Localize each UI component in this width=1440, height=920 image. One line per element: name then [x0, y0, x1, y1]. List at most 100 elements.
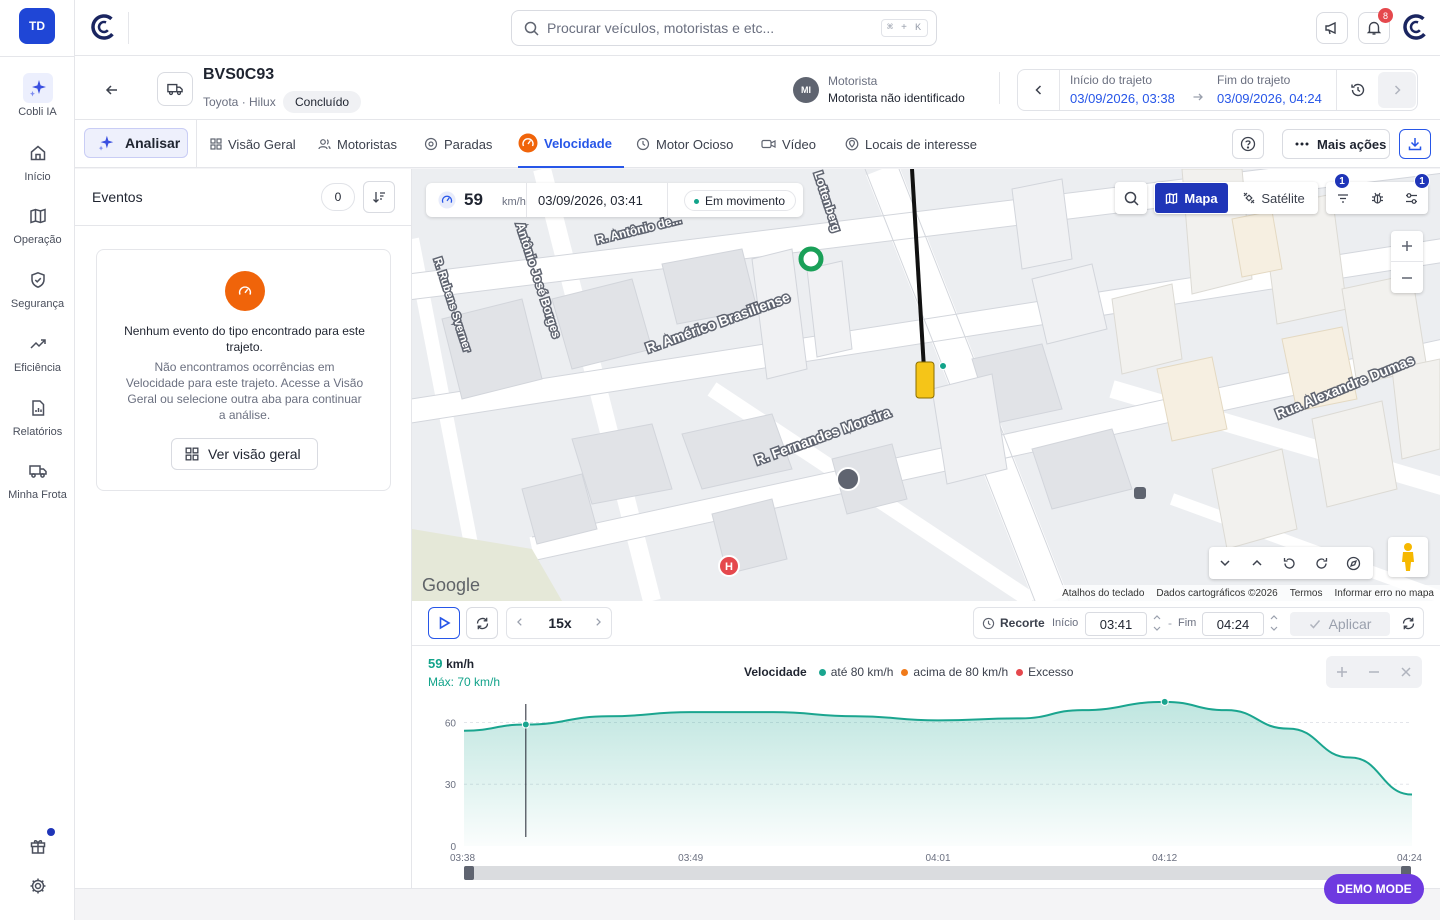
chevron-up-icon — [1251, 557, 1263, 569]
position-speed: 59 — [464, 190, 483, 209]
refresh-icon — [1401, 616, 1416, 631]
cut-end-input[interactable] — [1202, 612, 1264, 636]
company-logo[interactable] — [1403, 14, 1429, 40]
satellite-icon — [1243, 192, 1255, 204]
chart-zoom-out-button[interactable] — [1358, 656, 1390, 688]
speed-chart[interactable]: 0 30 60 03:38 03:49 04:01 04:12 04:24 — [412, 646, 1440, 888]
tab-visao-geral[interactable]: Visão Geral — [210, 120, 296, 168]
home-icon — [23, 138, 53, 168]
trip-start-value[interactable]: 03/09/2026, 03:38 — [1070, 91, 1175, 106]
speed-chart-panel: 0 30 60 03:38 03:49 04:01 04:12 04:24 59 km/h … — [412, 646, 1440, 888]
announcements-button[interactable] — [1316, 12, 1348, 44]
trip-header: BVS0C93 Toyota · Hilux Concluído MI Moto… — [75, 56, 1440, 120]
rotate-right-icon — [1314, 556, 1329, 571]
map-icon — [1165, 192, 1178, 205]
report-error-link[interactable]: Informar erro no mapa — [1335, 588, 1435, 599]
tab-motor-ocioso[interactable]: Motor Ocioso — [636, 120, 733, 168]
range-slider-track[interactable] — [464, 866, 1410, 880]
rotate-left-button[interactable] — [1273, 547, 1305, 579]
vehicle-plate: BVS0C93 — [203, 66, 275, 83]
sort-icon — [372, 190, 386, 204]
map-canvas[interactable]: H R. Antônio de... Antônio José Borges R… — [412, 169, 1440, 601]
range-slider-start-handle[interactable] — [464, 866, 474, 880]
footer — [75, 888, 1440, 920]
tab-velocidade[interactable]: Velocidade — [518, 120, 624, 168]
map-settings-button[interactable]: 1 — [1394, 173, 1430, 214]
chart-zoom-reset-button[interactable] — [1390, 656, 1422, 688]
map-traffic-button[interactable] — [1360, 182, 1394, 214]
map-view[interactable]: H R. Antônio de... Antônio José Borges R… — [412, 169, 1440, 601]
nav-item-relatorios[interactable]: Relatórios — [0, 393, 75, 449]
tilt-down-button[interactable] — [1209, 547, 1241, 579]
nav-item-eficiencia[interactable]: Eficiência — [0, 329, 75, 385]
play-button[interactable] — [428, 607, 460, 639]
gear-icon[interactable] — [26, 874, 50, 898]
map-type-satellite[interactable]: Satélite — [1232, 183, 1316, 213]
x-tick-label: 04:24 — [1397, 853, 1422, 864]
loop-button[interactable] — [466, 607, 498, 639]
cut-start-input[interactable] — [1085, 612, 1147, 636]
tab-motoristas[interactable]: Motoristas — [318, 120, 397, 168]
nav-label: Cobli IA — [18, 106, 57, 118]
compass-icon — [1346, 556, 1361, 571]
download-button[interactable] — [1399, 129, 1431, 159]
pegman-icon — [1399, 542, 1417, 572]
back-button[interactable] — [100, 78, 124, 102]
chart-zoom-in-button[interactable] — [1326, 656, 1358, 688]
more-actions-button[interactable]: Mais ações — [1282, 129, 1390, 159]
nav-item-minha-frota[interactable]: Minha Frota — [0, 456, 75, 512]
tab-video[interactable]: Vídeo — [761, 120, 816, 168]
nav-item-operacao[interactable]: Operação — [0, 201, 75, 257]
keyboard-shortcuts-link[interactable]: Atalhos do teclado — [1062, 588, 1144, 599]
help-button[interactable] — [1232, 129, 1264, 159]
sparkle-icon — [22, 73, 53, 103]
terms-link[interactable]: Termos — [1290, 588, 1323, 599]
chevron-right-icon — [1391, 84, 1403, 96]
trip-history-button[interactable] — [1336, 70, 1378, 110]
legend-item[interactable]: até 80 km/h — [818, 665, 893, 679]
nav-item-cobli-ia[interactable]: Cobli IA — [0, 73, 75, 129]
time-cut: Recorte Início - Fim Aplicar — [973, 607, 1424, 639]
map-filter-button[interactable]: 1 — [1326, 173, 1360, 214]
zoom-in-button[interactable] — [1391, 231, 1423, 262]
nav-item-seguranca[interactable]: Segurança — [0, 265, 75, 321]
notifications-button[interactable]: 8 — [1358, 8, 1393, 44]
stepper-icon[interactable] — [1153, 612, 1161, 634]
next-trip-button[interactable] — [1378, 72, 1416, 108]
tab-locais-de-interesse[interactable]: Locais de interesse — [845, 120, 977, 168]
cobli-logo[interactable] — [91, 14, 117, 40]
previous-trip-button[interactable] — [1018, 70, 1060, 110]
sliders-icon — [1404, 191, 1419, 206]
zoom-out-button[interactable] — [1391, 262, 1423, 293]
map-type-map[interactable]: Mapa — [1155, 183, 1228, 213]
driver-name[interactable]: Motorista não identificado — [828, 91, 965, 105]
analyze-button[interactable]: Analisar — [84, 128, 188, 158]
sort-button[interactable] — [363, 181, 395, 213]
legend-item[interactable]: acima de 80 km/h — [901, 665, 1008, 679]
map-search-button[interactable] — [1115, 182, 1147, 214]
y-tick-label: 30 — [445, 780, 457, 791]
search-input[interactable] — [547, 20, 867, 36]
legend-item[interactable]: Excesso — [1016, 665, 1073, 679]
truck-icon — [23, 456, 53, 486]
rotate-right-button[interactable] — [1305, 547, 1337, 579]
view-overview-button[interactable]: Ver visão geral — [171, 438, 318, 470]
street-view-pegman[interactable] — [1388, 537, 1428, 577]
nav-item-inicio[interactable]: Início — [0, 138, 75, 194]
clock-icon — [982, 617, 995, 630]
camera-controls — [1209, 547, 1373, 579]
compass-button[interactable] — [1337, 547, 1369, 579]
minus-icon — [1401, 272, 1413, 284]
minus-icon — [1368, 666, 1380, 678]
tab-paradas[interactable]: Paradas — [424, 120, 492, 168]
gift-icon[interactable] — [26, 828, 55, 858]
global-search[interactable]: ⌘ + K — [511, 10, 937, 46]
tilt-up-button[interactable] — [1241, 547, 1273, 579]
stepper-icon[interactable] — [1270, 612, 1278, 634]
apply-cut-button[interactable]: Aplicar — [1290, 612, 1390, 636]
user-avatar[interactable]: TD — [19, 8, 55, 44]
speed-increase-button[interactable] — [593, 617, 603, 627]
reset-cut-button[interactable] — [1392, 608, 1424, 638]
trip-end-value[interactable]: 03/09/2026, 04:24 — [1217, 91, 1322, 106]
demo-mode-badge[interactable]: DEMO MODE — [1324, 874, 1424, 904]
